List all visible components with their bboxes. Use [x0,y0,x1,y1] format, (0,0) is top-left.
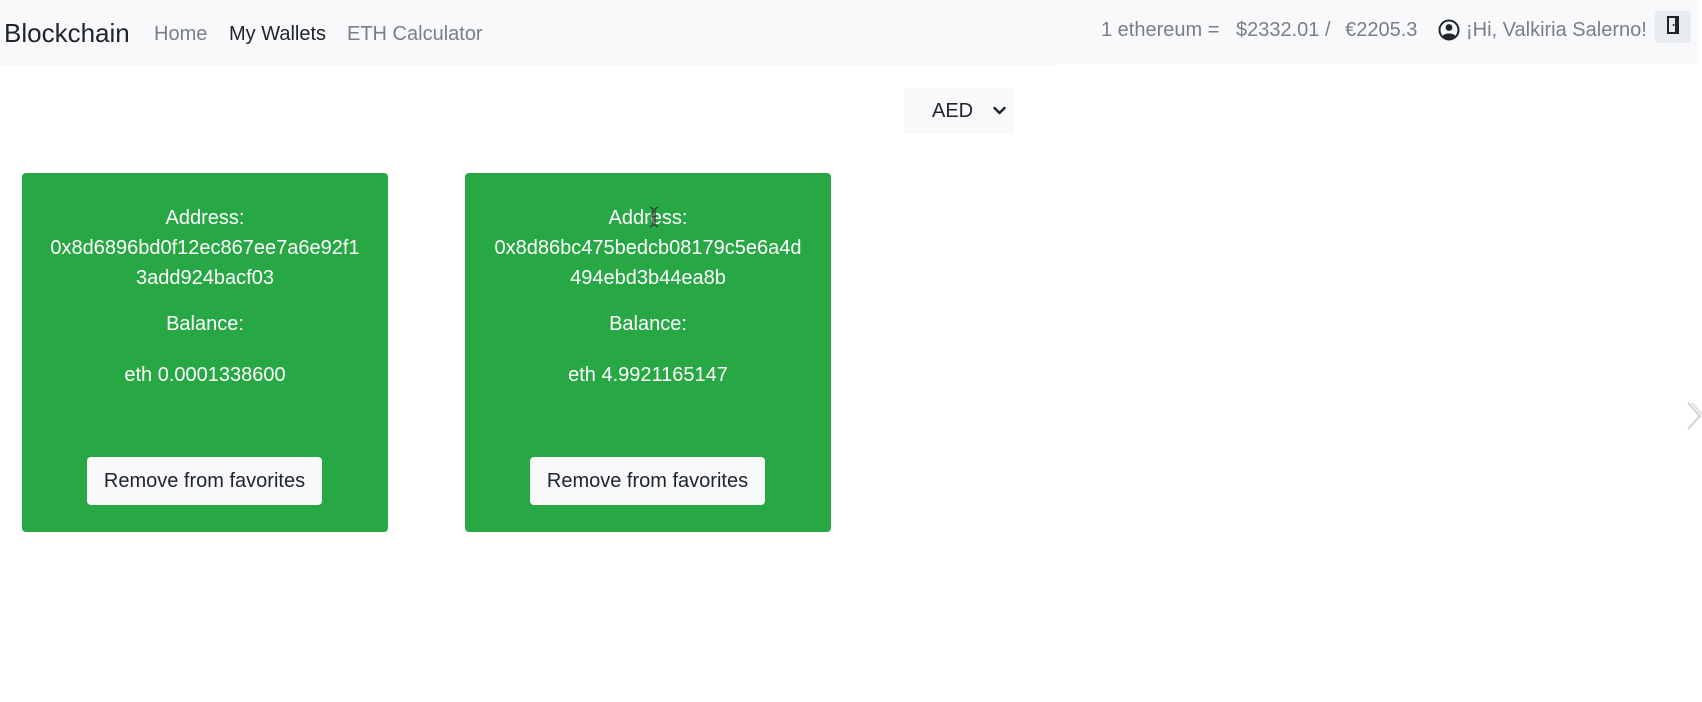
user-greeting: ¡Hi, Valkiria Salerno! [1466,19,1647,41]
address-label: Address: [165,207,245,229]
rate-usd: $2332.01 / [1235,19,1331,41]
wallet-address: 0x8d6896bd0f12ec867ee7a6e92f13add924bacf… [50,237,360,289]
nav-link-eth-calculator[interactable]: ETH Calculator [347,20,483,48]
navbar-edge [1055,64,1698,68]
user-circle-icon [1438,19,1460,41]
currency-select-value: AED [932,100,974,122]
eth-exchange-rate: 1 ethereum = $2332.01 / €2205.3 [1101,17,1417,43]
wallet-balance: eth 4.9921165147 [568,364,728,386]
wallet-card: Address: 0x8d6896bd0f12ec867ee7a6e92f13a… [22,173,388,532]
user-menu[interactable]: ¡Hi, Valkiria Salerno! [1438,17,1647,43]
top-navbar: Blockchain Home My Wallets ETH Calculato… [0,0,1698,66]
remove-from-favorites-button[interactable]: Remove from favorites [87,457,322,505]
nav-link-home[interactable]: Home [154,20,207,48]
nav-link-my-wallets[interactable]: My Wallets [229,20,326,48]
wallet-address: 0x8d86bc475bedcb08179c5e6a4d494ebd3b44ea… [494,237,802,289]
door-exit-icon [1665,15,1681,40]
currency-select[interactable]: AED [904,88,1014,134]
chevron-down-icon [993,103,1006,121]
logout-button[interactable] [1655,11,1691,43]
text-cursor-icon [649,205,659,229]
wallet-balance: eth 0.0001338600 [124,364,286,386]
brand-link[interactable]: Blockchain [4,15,130,51]
remove-from-favorites-button[interactable]: Remove from favorites [530,457,765,505]
address-label: Address: [608,207,688,229]
chevron-right-icon[interactable] [1686,400,1702,432]
wallet-card: Address: 0x8d86bc475bedcb08179c5e6a4d494… [465,173,831,532]
balance-label: Balance: [166,313,244,335]
balance-label: Balance: [609,313,687,335]
rate-prefix: 1 ethereum = [1101,19,1220,41]
rate-eur: €2205.3 [1345,19,1418,41]
